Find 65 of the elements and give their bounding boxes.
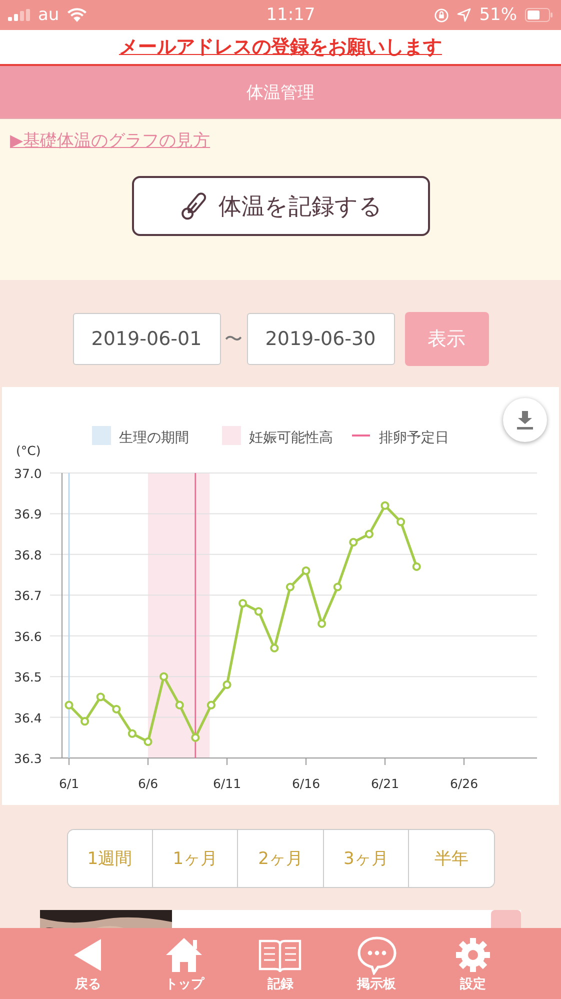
y-tick-label: 36.5 [14,670,42,685]
point [286,582,294,592]
point [112,704,121,714]
x-tick-label: 6/16 [292,776,320,791]
point [80,717,90,726]
y-axis-unit: (°C) [16,443,41,458]
range-separator: 〜 [224,328,242,351]
nav-button[interactable]: 設定 [450,934,496,992]
point [412,562,421,571]
point [222,680,232,690]
wifi-icon [67,8,88,22]
nav-button[interactable]: 掲示板 [354,934,400,992]
x-tick-label: 6/26 [450,776,478,791]
point [96,692,105,702]
download-button[interactable] [503,398,547,442]
point [144,737,152,746]
thermometer-icon [178,190,208,222]
display-button[interactable]: 表示 [404,312,488,366]
clock-time: 11:17 [265,5,316,25]
graph-guide-link[interactable]: ▶基礎体温のグラフの見方 [10,129,210,152]
point [270,644,279,652]
x-tick-label: 6/1 [58,776,80,791]
end-date-field[interactable]: 2019-06-30 [246,313,394,365]
point [160,672,168,681]
y-tick-label: 36.3 [14,751,42,766]
nav-button[interactable]: 記録 [257,934,304,992]
y-tick-label: 36.4 [14,710,42,726]
point [206,700,216,710]
point [254,607,263,616]
start-date-field[interactable]: 2019-06-01 [72,313,220,365]
point [318,619,326,628]
download-icon [514,409,536,431]
rotation-lock-icon [434,8,450,22]
page-title: 体温管理 [246,82,314,104]
legend-label: 生理の期間 [119,430,189,446]
nav-button[interactable]: トップ [161,934,208,992]
x-tick-label: 6/11 [212,776,242,791]
x-tick-label: 6/21 [370,776,400,791]
signal-icon [8,9,30,21]
legend-label: 排卵予定日 [379,430,449,446]
location-arrow-icon [457,8,472,22]
point [364,530,374,538]
range-button[interactable]: 1週間 [68,830,153,887]
point [175,700,184,710]
legend-label: 妊娠可能性高 [249,430,333,446]
nav-button[interactable]: 戻る [65,934,112,992]
point [333,582,342,592]
y-tick-label: 36.8 [14,547,42,562]
point [380,501,390,510]
y-tick-label: 36.7 [14,588,42,604]
y-tick-label: 37.0 [14,466,42,481]
point [128,729,136,738]
point [238,598,248,608]
point [349,538,358,547]
x-tick-label: 6/6 [138,776,158,791]
y-tick-label: 36.6 [14,628,42,644]
record-temperature-button[interactable]: 体温を記録する [132,176,430,236]
point [396,518,406,526]
point [64,700,74,710]
battery-percent: 51% [479,5,517,25]
carrier-label: au [38,5,60,25]
battery-icon [525,8,553,22]
point [191,733,200,742]
y-tick-label: 36.9 [14,506,42,522]
point [302,566,310,576]
